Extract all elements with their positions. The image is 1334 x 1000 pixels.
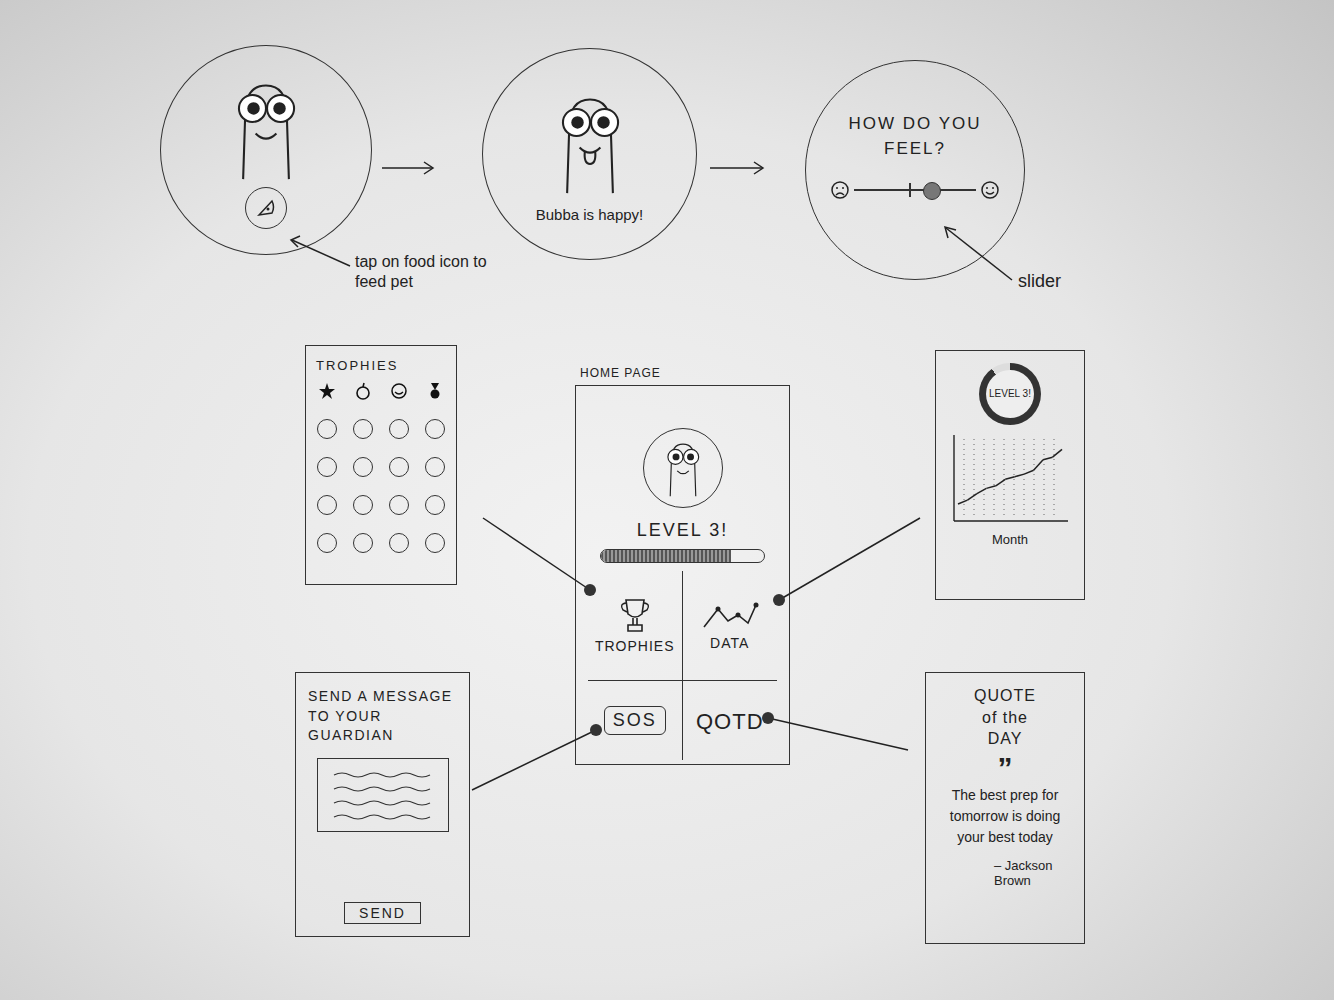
- level-progress: [600, 549, 765, 563]
- trophy-badge[interactable]: [425, 533, 445, 553]
- pet-icon: [214, 71, 318, 185]
- slider-annotation: slider: [1018, 270, 1061, 293]
- happy-screen: Bubba is happy!: [482, 48, 697, 260]
- level-text: LEVEL 3!: [637, 520, 728, 541]
- medal-icon: [426, 382, 444, 400]
- feed-screen: [160, 45, 372, 255]
- line-chart-icon: [700, 599, 760, 633]
- sketch-canvas: tap on food icon to feed pet Bubba is ha…: [0, 0, 1334, 1000]
- send-button[interactable]: SEND: [344, 902, 421, 924]
- trophy-badge[interactable]: [353, 457, 373, 477]
- happy-face-icon: [980, 180, 1000, 200]
- mood-screen: HOW DO YOU FEEL?: [805, 60, 1025, 280]
- trophy-badge[interactable]: [317, 495, 337, 515]
- trophy-badge[interactable]: [389, 457, 409, 477]
- chart-segment: [1015, 474, 1024, 477]
- pet-icon: [538, 85, 642, 199]
- message-field[interactable]: [317, 758, 449, 832]
- sos-title: SEND A MESSAGE TO YOUR GUARDIAN: [308, 687, 457, 746]
- trophy-badge[interactable]: [353, 381, 373, 401]
- quote-author: – Jackson Brown: [994, 858, 1074, 888]
- trophy-badge[interactable]: [389, 419, 409, 439]
- sad-face-icon: [830, 180, 850, 200]
- apple-icon: [354, 382, 372, 400]
- trophy-badge[interactable]: [317, 419, 337, 439]
- connectors: [0, 0, 1334, 1000]
- mood-slider[interactable]: [830, 180, 1000, 200]
- chart-segment: [986, 486, 995, 489]
- quote-text: The best prep for tomorrow is doing your…: [936, 785, 1074, 848]
- trophy-badge[interactable]: [425, 495, 445, 515]
- trophy-badge[interactable]: [389, 495, 409, 515]
- data-tile[interactable]: DATA: [683, 571, 778, 681]
- trophy-icon: [615, 596, 655, 636]
- chart-segment: [1024, 470, 1033, 474]
- qotd-tile[interactable]: QOTD: [683, 681, 778, 765]
- slider-track: [854, 189, 976, 191]
- trophy-badge[interactable]: [353, 419, 373, 439]
- trophy-badge[interactable]: [353, 495, 373, 515]
- trophy-tile[interactable]: TROPHIES: [588, 571, 683, 681]
- home-screen: LEVEL 3! TROPHIES DATASOSQOTD: [575, 385, 790, 765]
- chart-segment: [1005, 477, 1014, 480]
- chart-segment: [977, 488, 986, 493]
- chart-segment: [967, 494, 976, 501]
- trophy-badge[interactable]: [389, 533, 409, 553]
- quote-title: QUOTE of the DAY: [969, 685, 1041, 750]
- trophy-badge[interactable]: [425, 381, 445, 401]
- sos-tile[interactable]: SOS: [588, 681, 683, 761]
- chart-segment: [996, 479, 1005, 486]
- trophy-badge[interactable]: [317, 457, 337, 477]
- chart-segment: [1043, 457, 1052, 460]
- chart-segment: [958, 500, 967, 504]
- feed-annotation: tap on food icon to feed pet: [355, 252, 487, 292]
- trophy-badge[interactable]: [317, 381, 337, 401]
- slider-thumb[interactable]: [923, 182, 941, 200]
- quote-screen: QUOTE of the DAY ” The best prep for tom…: [925, 672, 1085, 944]
- chart-segment: [1034, 460, 1043, 470]
- trophies-screen: TROPHIES: [305, 345, 457, 585]
- level-ring: LEVEL 3!: [979, 363, 1041, 425]
- trophy-badge[interactable]: [389, 381, 409, 401]
- sos-screen: SEND A MESSAGE TO YOUR GUARDIAN SEND: [295, 672, 470, 937]
- home-page-label: HOME PAGE: [580, 366, 661, 380]
- data-screen: LEVEL 3! Month: [935, 350, 1085, 600]
- trophy-badge[interactable]: [317, 533, 337, 553]
- scribble-icon: [328, 765, 438, 825]
- chart-segment: [1053, 449, 1062, 457]
- star-icon: [318, 382, 336, 400]
- happy-caption: Bubba is happy!: [536, 206, 644, 223]
- smiley-icon: [390, 382, 408, 400]
- mood-title: HOW DO YOU FEEL?: [845, 111, 985, 162]
- pet-avatar[interactable]: [643, 428, 723, 508]
- trophy-badge[interactable]: [425, 457, 445, 477]
- pet-icon: [654, 436, 712, 500]
- mood-chart: [950, 431, 1070, 526]
- quote-mark: ”: [998, 754, 1013, 781]
- trophies-title: TROPHIES: [316, 358, 398, 373]
- trophy-badge[interactable]: [425, 419, 445, 439]
- chart-x-label: Month: [992, 532, 1028, 547]
- pizza-icon: [255, 197, 277, 219]
- trophy-badge[interactable]: [353, 533, 373, 553]
- food-button[interactable]: [245, 187, 287, 229]
